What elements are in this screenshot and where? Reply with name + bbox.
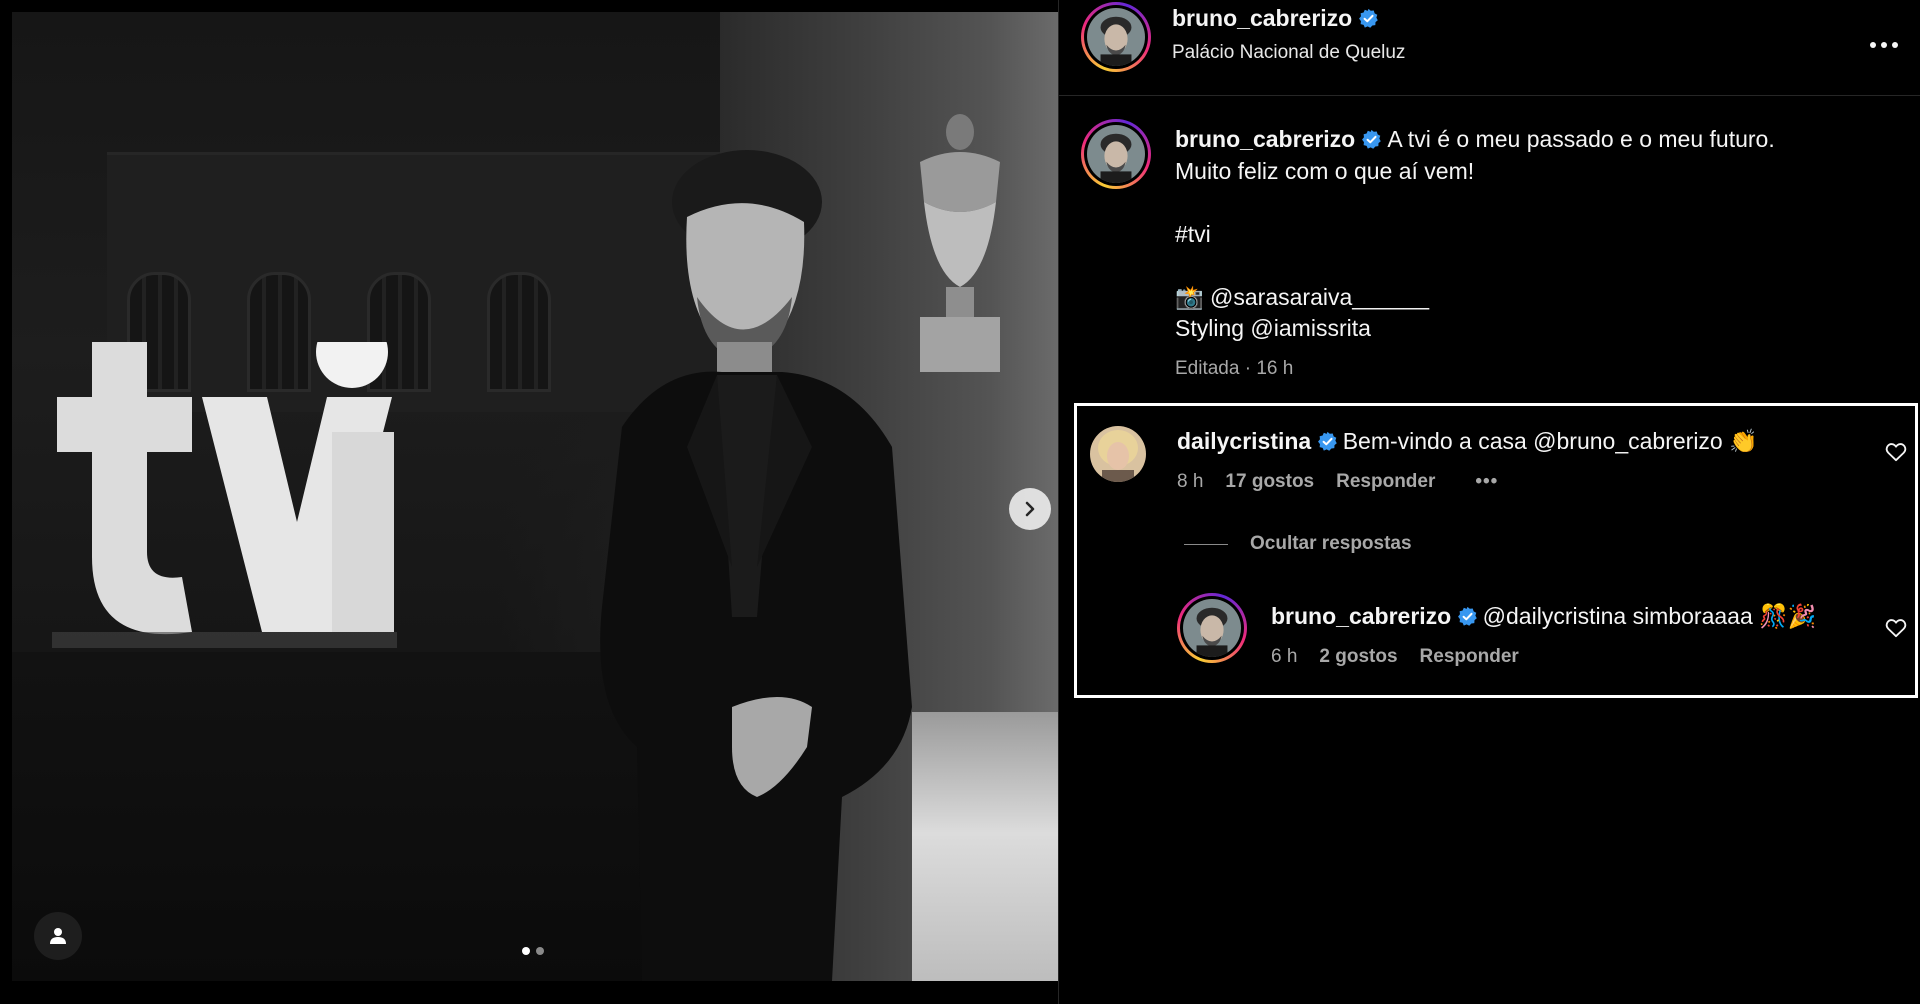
avatar-image bbox=[1183, 599, 1241, 657]
caption-styling: Styling @iamissrita bbox=[1175, 315, 1371, 341]
reply-likes[interactable]: 2 gostos bbox=[1319, 646, 1397, 668]
user-icon bbox=[50, 928, 66, 944]
author-username[interactable]: bruno_cabrerizo bbox=[1172, 5, 1352, 31]
man-in-suit bbox=[600, 150, 912, 981]
caption-body: bruno_cabrerizo A tvi é o meu passado e … bbox=[1175, 124, 1895, 384]
comment-meta: 8 h 17 gostos Responder ••• bbox=[1177, 471, 1498, 493]
avatar-image bbox=[1087, 125, 1145, 183]
caption-line-2: Muito feliz com o que aí vem! bbox=[1175, 157, 1475, 184]
comment-likes[interactable]: 17 gostos bbox=[1225, 471, 1314, 493]
reply-text: @dailycristina simboraaaa 🎊🎉 bbox=[1482, 603, 1817, 629]
palace-window bbox=[487, 272, 551, 392]
photo-credit[interactable]: @sarasaraiva______ bbox=[1210, 284, 1429, 310]
comment-thread-highlight: dailycristina Bem-vindo a casa @bruno_ca… bbox=[1074, 403, 1918, 698]
camera-emoji: 📸 bbox=[1175, 283, 1204, 310]
commenter-avatar[interactable] bbox=[1090, 426, 1146, 482]
post-photo[interactable]: tvi bbox=[12, 12, 1058, 981]
reply-author-avatar[interactable] bbox=[1177, 593, 1247, 663]
post-location[interactable]: Palácio Nacional de Queluz bbox=[1172, 42, 1405, 64]
caption-meta: Editada · 16 h bbox=[1175, 357, 1294, 379]
comment-text: Bem-vindo a casa @bruno_cabrerizo 👏 bbox=[1342, 428, 1758, 454]
hide-replies-label: Ocultar respostas bbox=[1250, 533, 1412, 554]
verified-badge-icon bbox=[1359, 8, 1378, 28]
tagged-users-button[interactable] bbox=[34, 912, 82, 960]
carousel-indicator bbox=[522, 947, 544, 955]
hide-replies-button[interactable]: Ocultar respostas bbox=[1184, 533, 1412, 555]
reply-meta: 6 h 2 gostos Responder bbox=[1271, 646, 1519, 668]
verified-badge-icon bbox=[1318, 431, 1338, 451]
author-avatar[interactable] bbox=[1081, 2, 1151, 72]
tvi-sign: tvi bbox=[52, 342, 397, 648]
carousel-dot bbox=[536, 947, 544, 955]
more-options-button[interactable] bbox=[1869, 24, 1899, 56]
reply-username[interactable]: bruno_cabrerizo bbox=[1271, 603, 1451, 629]
next-photo-button[interactable] bbox=[1009, 488, 1051, 530]
caption-line-1: A tvi é o meu passado e o meu futuro. bbox=[1387, 126, 1775, 152]
comment-more-button[interactable]: ••• bbox=[1475, 471, 1498, 493]
carousel-dot-active bbox=[522, 947, 530, 955]
verified-badge-icon bbox=[1458, 606, 1477, 626]
caption-hashtag[interactable]: #tvi bbox=[1175, 219, 1895, 251]
comment-time[interactable]: 8 h bbox=[1177, 471, 1203, 493]
comment: dailycristina Bem-vindo a casa @bruno_ca… bbox=[1177, 428, 1758, 455]
heart-icon[interactable] bbox=[1885, 442, 1907, 462]
post-header: bruno_cabrerizo Palácio Nacional de Quel… bbox=[1059, 0, 1920, 96]
replies-divider bbox=[1184, 543, 1228, 545]
reply: bruno_cabrerizo @dailycristina simboraaa… bbox=[1271, 603, 1816, 630]
avatar-image bbox=[1087, 8, 1145, 66]
avatar-image bbox=[1090, 426, 1146, 482]
verified-badge-icon bbox=[1362, 129, 1381, 149]
caption-username[interactable]: bruno_cabrerizo bbox=[1175, 126, 1355, 152]
heart-icon[interactable] bbox=[1885, 618, 1907, 638]
reply-time[interactable]: 6 h bbox=[1271, 646, 1297, 668]
chevron-right-icon bbox=[1025, 501, 1035, 517]
comment-reply-button[interactable]: Responder bbox=[1336, 471, 1435, 493]
more-horizontal-icon bbox=[1870, 42, 1898, 48]
reply-reply-button[interactable]: Responder bbox=[1420, 646, 1519, 668]
caption-author-avatar[interactable] bbox=[1081, 119, 1151, 189]
commenter-username[interactable]: dailycristina bbox=[1177, 428, 1311, 454]
